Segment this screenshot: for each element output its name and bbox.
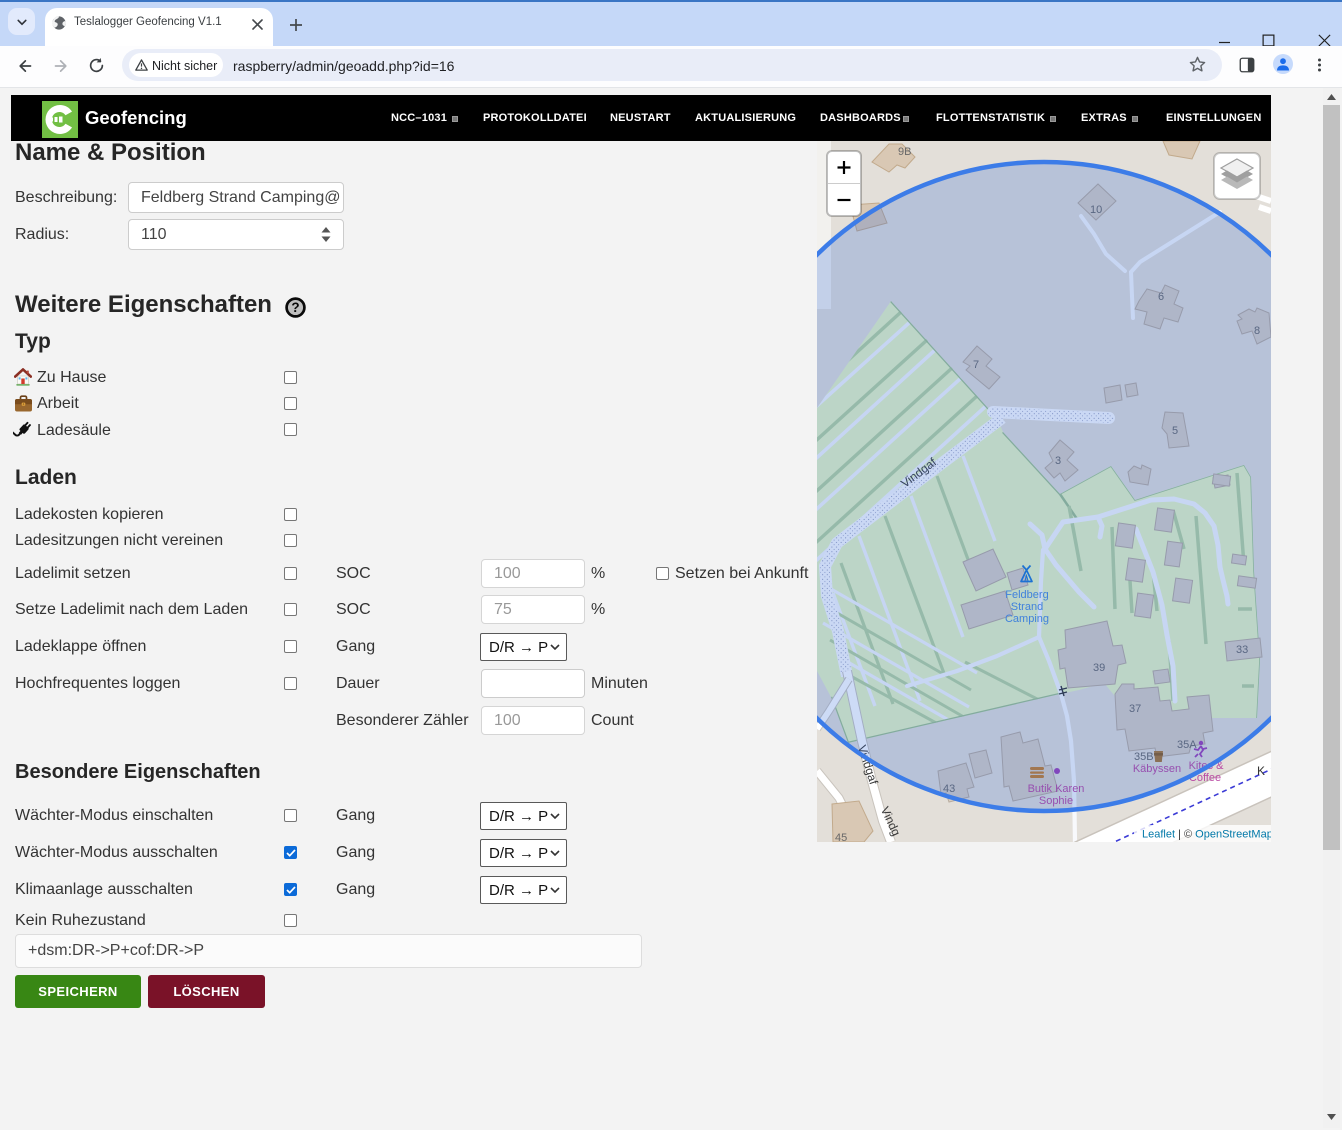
svg-text:K: K <box>1257 764 1265 778</box>
svg-text:Leaflet | © OpenStreetMap: Leaflet | © OpenStreetMap <box>1142 829 1271 841</box>
svg-text:?: ? <box>291 300 299 315</box>
svg-text:45: 45 <box>835 832 847 842</box>
svg-text:9B: 9B <box>898 146 911 158</box>
